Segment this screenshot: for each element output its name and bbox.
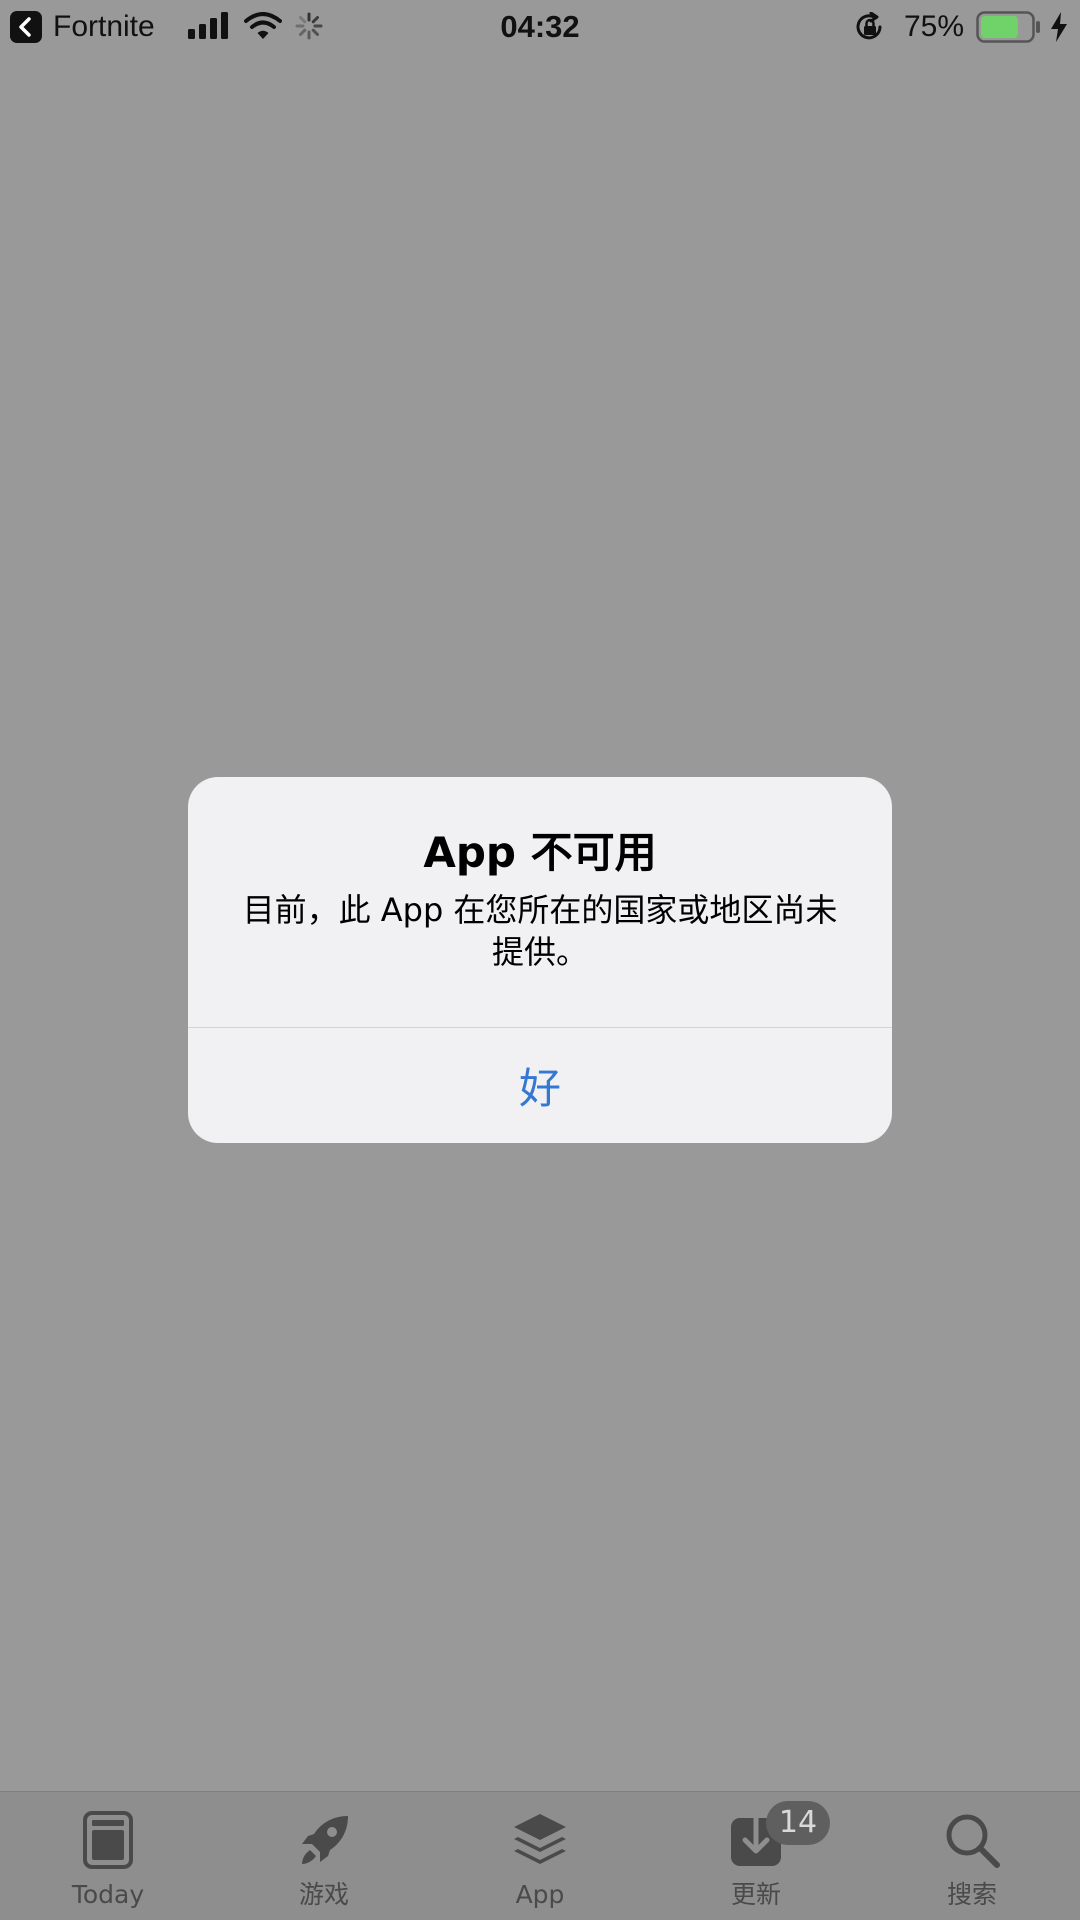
ok-button[interactable]: 好 [188, 1028, 892, 1143]
wifi-icon [244, 12, 282, 39]
app-stack-icon [514, 1814, 566, 1864]
battery-fill [981, 16, 1018, 38]
search-icon [946, 1814, 1000, 1868]
battery-percentage: 75% [904, 10, 965, 43]
rotation-lock-icon [856, 12, 882, 40]
alert-title: App 不可用 [423, 828, 657, 877]
tab-updates[interactable]: 更新 [648, 1792, 864, 1920]
rocket-icon [302, 1816, 348, 1864]
tab-label: 更新 [730, 1880, 781, 1909]
tab-today[interactable]: Today [0, 1792, 216, 1920]
tab-label: 游戏 [298, 1880, 349, 1909]
back-arrow-icon [10, 11, 42, 43]
tab-label: 搜索 [946, 1880, 997, 1909]
charging-bolt-icon [1051, 12, 1067, 42]
battery-icon [976, 11, 1040, 43]
back-to-app-button[interactable]: Fortnite [10, 10, 155, 44]
alert-dialog: App 不可用 目前，此 App 在您所在的国家或地区尚未提供。 好 [188, 777, 892, 1143]
alert-message: 目前，此 App 在您所在的国家或地区尚未提供。 [242, 891, 838, 971]
tab-search[interactable]: 搜索 [864, 1792, 1080, 1920]
updates-badge: 14 [766, 1801, 830, 1845]
tab-label: App [515, 1880, 565, 1909]
cellular-signal-icon [188, 12, 228, 39]
status-time: 04:32 [500, 9, 580, 44]
tab-label: Today [71, 1880, 145, 1909]
activity-spinner-icon [295, 12, 323, 40]
today-icon [83, 1811, 133, 1869]
tab-apps[interactable]: App [432, 1792, 648, 1920]
tab-bar: Today 游戏 App 更新 搜索 [0, 1791, 1080, 1920]
status-bar: Fortnite 04:32 75% [0, 0, 1080, 54]
back-app-label: Fortnite [53, 10, 155, 43]
screen: Fortnite 04:32 75% App 不可用 目前，此 App 在您所在… [0, 0, 1080, 1920]
tab-games[interactable]: 游戏 [216, 1792, 432, 1920]
